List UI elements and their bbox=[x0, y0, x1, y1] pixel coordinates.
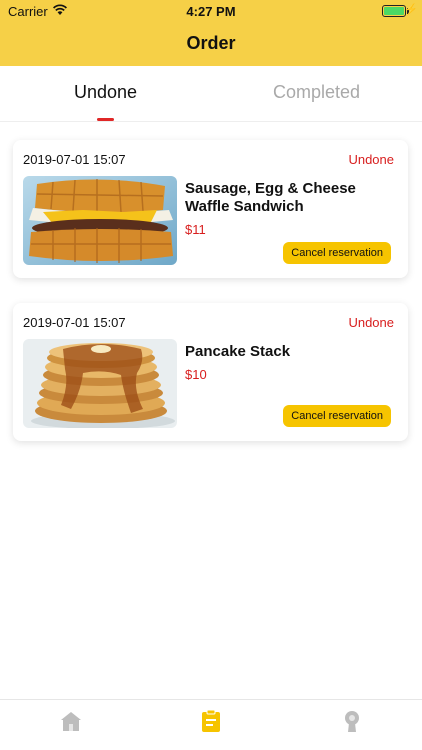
order-date: 2019-07-01 15:07 bbox=[23, 152, 126, 167]
order-card[interactable]: 2019-07-01 15:07 Undone Sausage, Egg & C… bbox=[13, 140, 408, 278]
battery-icon bbox=[382, 5, 406, 17]
tab-bar bbox=[0, 699, 422, 750]
home-icon[interactable] bbox=[59, 709, 83, 733]
tab-undone[interactable]: Undone bbox=[0, 82, 211, 103]
product-name: Sausage, Egg & Cheese Waffle Sandwich bbox=[185, 180, 356, 215]
status-bar: Carrier 4:27 PM ⚡ bbox=[0, 0, 422, 22]
navigation-header: Carrier 4:27 PM ⚡ Order bbox=[0, 0, 422, 66]
order-card[interactable]: 2019-07-01 15:07 Undone Pancake Stack $1… bbox=[13, 303, 408, 441]
product-price: $10 bbox=[185, 367, 207, 382]
active-tab-indicator bbox=[97, 118, 114, 121]
order-tabs: Undone Completed bbox=[0, 66, 422, 122]
charging-icon: ⚡ bbox=[404, 4, 418, 16]
orders-icon[interactable] bbox=[199, 709, 223, 733]
product-price: $11 bbox=[185, 222, 206, 237]
cancel-reservation-button[interactable]: Cancel reservation bbox=[283, 405, 391, 427]
waffle-sandwich-image bbox=[23, 176, 177, 265]
product-name: Pancake Stack bbox=[185, 343, 291, 360]
clock: 4:27 PM bbox=[186, 4, 236, 19]
cancel-reservation-button[interactable]: Cancel reservation bbox=[283, 242, 391, 264]
order-status: Undone bbox=[348, 315, 394, 330]
pancake-stack-image bbox=[23, 339, 177, 428]
profile-icon[interactable] bbox=[340, 709, 364, 733]
order-status: Undone bbox=[348, 152, 394, 167]
page-title: Order bbox=[186, 33, 236, 53]
order-date: 2019-07-01 15:07 bbox=[23, 315, 126, 330]
tab-completed[interactable]: Completed bbox=[211, 82, 422, 103]
